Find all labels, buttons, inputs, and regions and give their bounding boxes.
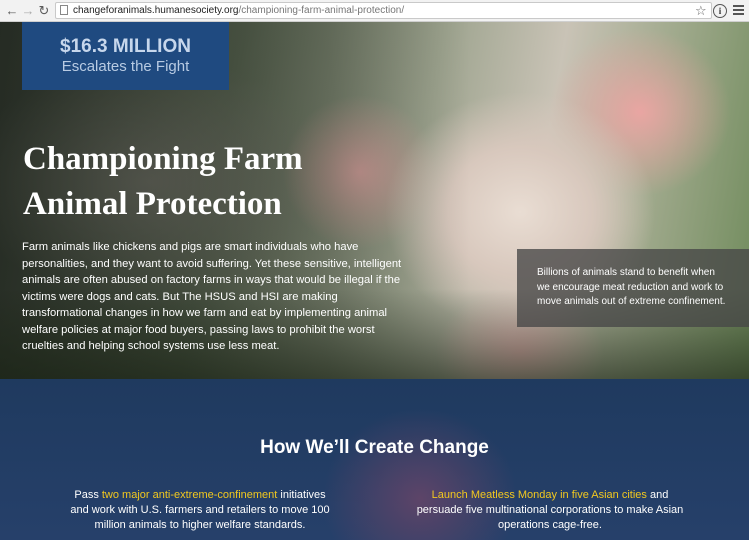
- goal-meatless-monday: Launch Meatless Monday in five Asian cit…: [415, 488, 685, 533]
- page-icon: [60, 5, 68, 15]
- hero-body-text: Farm animals like chickens and pigs are …: [22, 241, 402, 352]
- goal-confinement-prefix: Pass: [74, 489, 102, 501]
- page-title-line1: Championing Farm: [23, 141, 303, 177]
- extension-icon[interactable]: i: [713, 4, 727, 18]
- forward-arrow-icon[interactable]: →: [20, 3, 36, 19]
- stat-amount: $16.3 MILLION: [60, 36, 191, 57]
- reload-icon[interactable]: ↻: [36, 3, 52, 19]
- browser-toolbar: ← → ↻ changeforanimals.humanesociety.org…: [0, 0, 749, 22]
- hero-section: $16.3 MILLION Escalates the Fight Champi…: [0, 22, 749, 379]
- menu-icon[interactable]: [733, 5, 744, 17]
- stat-subtitle: Escalates the Fight: [61, 58, 190, 75]
- address-bar[interactable]: changeforanimals.humanesociety.org/champ…: [55, 2, 712, 19]
- page-title-line2: Animal Protection: [23, 186, 282, 222]
- url-host: changeforanimals.humanesociety.org: [73, 5, 239, 16]
- bookmark-star-icon[interactable]: ☆: [695, 3, 709, 19]
- meatless-monday-link[interactable]: Launch Meatless Monday in five Asian cit…: [432, 489, 647, 501]
- goal-confinement: Pass two major anti-extreme-confinement …: [65, 488, 335, 533]
- page-title: Championing Farm Animal Protection: [23, 137, 353, 227]
- url-text: changeforanimals.humanesociety.org/champ…: [73, 3, 404, 18]
- create-change-section: How We’ll Create Change Pass two major a…: [0, 379, 749, 540]
- funding-stat-box: $16.3 MILLION Escalates the Fight: [22, 22, 229, 90]
- confinement-initiatives-link[interactable]: two major anti-extreme-confinement: [102, 489, 277, 501]
- url-path: /championing-farm-animal-protection/: [238, 5, 405, 16]
- back-arrow-icon[interactable]: ←: [4, 3, 20, 19]
- callout-box: Billions of animals stand to benefit whe…: [517, 249, 749, 327]
- section-title: How We’ll Create Change: [260, 437, 489, 458]
